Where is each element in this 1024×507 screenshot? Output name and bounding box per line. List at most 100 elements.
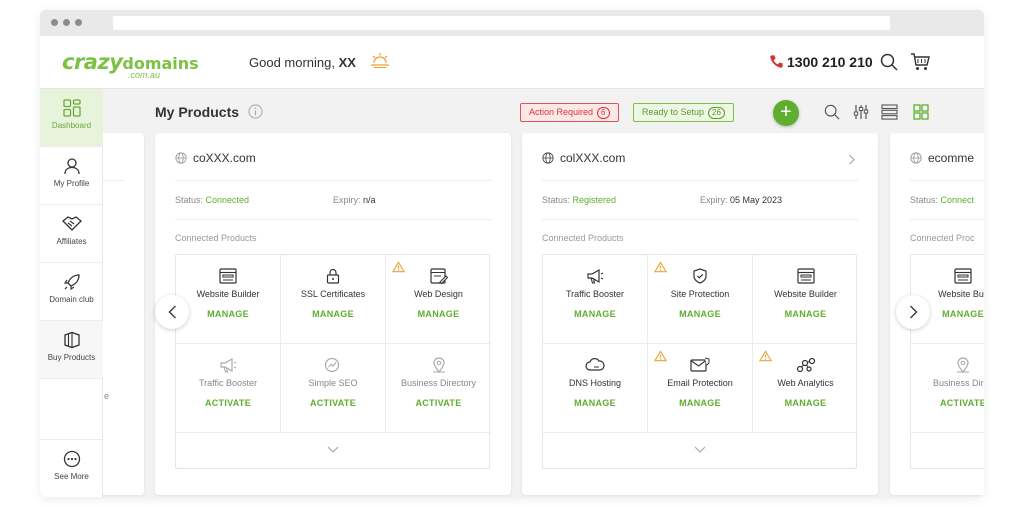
window-dot[interactable]: [51, 19, 58, 26]
badge-label: Ready to Setup: [642, 107, 705, 117]
product-tile-dns-hosting[interactable]: DNS Hosting MANAGE: [543, 344, 648, 433]
shield-icon: [693, 268, 707, 284]
expand-products-button[interactable]: [176, 433, 489, 469]
rocket-icon: [63, 274, 80, 291]
activate-link[interactable]: ACTIVATE: [281, 398, 385, 408]
website-icon: [954, 268, 972, 284]
crazy-domains-logo[interactable]: crazydomains .com.au: [62, 50, 199, 80]
product-tile-web-design[interactable]: Web Design MANAGE: [386, 255, 491, 344]
list-view-icon[interactable]: [881, 104, 898, 125]
box-icon: [63, 331, 80, 349]
address-bar[interactable]: [113, 16, 890, 30]
product-tile-web-analytics[interactable]: Web Analytics MANAGE: [753, 344, 858, 433]
sidebar-item-domain-club[interactable]: Domain club: [40, 263, 103, 321]
warning-icon: [654, 350, 667, 362]
grid-view-icon[interactable]: [913, 104, 929, 125]
search-icon[interactable]: [880, 53, 898, 76]
ready-to-setup-filter[interactable]: Ready to Setup 26: [633, 103, 734, 122]
expiry-value: n/a: [363, 195, 376, 205]
divider: [910, 180, 984, 181]
warning-icon: [759, 350, 772, 362]
product-tile-email-protection[interactable]: Email Protection MANAGE: [648, 344, 753, 433]
product-tile-traffic-booster[interactable]: Traffic Booster ACTIVATE: [176, 344, 281, 433]
products-toolbar: My Products Action Required 6 Ready to Se…: [103, 89, 984, 133]
product-tile-website-builder[interactable]: Website Builder MANAGE: [176, 255, 281, 344]
window-dot[interactable]: [75, 19, 82, 26]
website-icon: [796, 268, 815, 284]
manage-link[interactable]: MANAGE: [543, 398, 647, 408]
product-tile-ssl-certificates[interactable]: SSL Certificates MANAGE: [281, 255, 386, 344]
manage-link[interactable]: MANAGE: [648, 398, 752, 408]
globe-icon: [542, 152, 554, 164]
manage-link[interactable]: MANAGE: [386, 309, 491, 319]
dashboard-icon: [62, 99, 81, 117]
domain-expiry: Expiry: n/a: [333, 195, 376, 205]
expand-products-button[interactable]: [543, 433, 856, 469]
warning-icon: [392, 261, 405, 273]
product-grid: Website Builder MANAGE SSL Certificates …: [175, 254, 491, 469]
manage-link[interactable]: MANAGE: [648, 309, 752, 319]
chevron-right-icon[interactable]: [848, 152, 856, 170]
product-tile-traffic-booster[interactable]: Traffic Booster MANAGE: [543, 255, 648, 344]
product-name: Website Builder: [196, 289, 260, 299]
window-dot[interactable]: [63, 19, 70, 26]
sidebar-item-label: Affiliates: [56, 237, 87, 246]
product-grid: Traffic Booster MANAGE Site Protection M…: [542, 254, 858, 469]
globe-icon: [175, 152, 187, 164]
phone-icon[interactable]: [769, 54, 784, 74]
sidebar-item-see-more[interactable]: See More: [40, 439, 103, 497]
manage-link[interactable]: MANAGE: [176, 309, 280, 319]
location-icon: [432, 357, 445, 373]
badge-count: 26: [708, 107, 725, 119]
product-tile-site-protection[interactable]: Site Protection MANAGE: [648, 255, 753, 344]
filter-sliders-icon[interactable]: [853, 104, 869, 125]
domain-title[interactable]: coXXX.com: [175, 151, 256, 165]
page-title: My Products: [155, 104, 240, 120]
chevron-down-icon: [694, 446, 705, 453]
analytics-icon: [796, 357, 815, 373]
product-name: Web Design: [414, 289, 463, 299]
product-name: Email Protection: [667, 378, 733, 388]
product-tile-simple-seo[interactable]: Simple SEO ACTIVATE: [281, 344, 386, 433]
domain-title[interactable]: ecomme: [910, 151, 974, 165]
location-icon: [957, 357, 969, 373]
activate-link[interactable]: ACTIVATE: [911, 398, 984, 408]
manage-link[interactable]: MANAGE: [753, 309, 858, 319]
status-label: Status:: [542, 195, 571, 205]
sidebar-item-label: Buy Products: [47, 353, 96, 362]
info-icon[interactable]: [248, 104, 263, 124]
manage-link[interactable]: MANAGE: [543, 309, 647, 319]
sidebar-item-dashboard[interactable]: Dashboard: [40, 89, 103, 147]
domain-title[interactable]: colXXX.com: [542, 151, 625, 165]
sidebar-item-buy-products[interactable]: Buy Products: [40, 321, 103, 379]
greeting-text: Good morning,: [249, 55, 339, 70]
carousel-next-button[interactable]: [896, 295, 930, 329]
add-product-button[interactable]: +: [773, 100, 799, 126]
carousel-prev-button[interactable]: [155, 295, 189, 329]
status-label: Status:: [175, 195, 204, 205]
product-name: Traffic Booster: [565, 289, 625, 299]
connected-products-label: Connected Products: [542, 233, 624, 243]
divider: [175, 180, 491, 181]
search-icon[interactable]: [824, 104, 840, 125]
product-tile-business-directory[interactable]: Business Directory ACTIVATE: [386, 344, 491, 433]
sidebar-item-my-profile[interactable]: My Profile: [40, 147, 103, 205]
manage-link[interactable]: MANAGE: [281, 309, 385, 319]
action-required-filter[interactable]: Action Required 6: [520, 103, 619, 122]
product-tile-business-directory[interactable]: Business Direc ACTIVATE: [911, 344, 984, 433]
email-icon: [690, 357, 710, 372]
user-icon: [63, 158, 80, 175]
sidebar-item-affiliates[interactable]: Affiliates: [40, 205, 103, 263]
manage-link[interactable]: MANAGE: [753, 398, 858, 408]
activate-link[interactable]: ACTIVATE: [386, 398, 491, 408]
product-tile-website-builder[interactable]: Website Builder MANAGE: [753, 255, 858, 344]
phone-number[interactable]: 1300 210 210: [787, 54, 873, 70]
connected-products-label: Connected Proc: [910, 233, 975, 243]
more-icon: [63, 450, 80, 468]
sidebar-item-label: My Profile: [53, 179, 90, 188]
badge-count: 6: [597, 107, 610, 119]
chevron-right-icon: [909, 305, 918, 319]
activate-link[interactable]: ACTIVATE: [176, 398, 280, 408]
cart-icon[interactable]: [910, 53, 930, 76]
logo-suffix: .com.au: [128, 70, 161, 80]
